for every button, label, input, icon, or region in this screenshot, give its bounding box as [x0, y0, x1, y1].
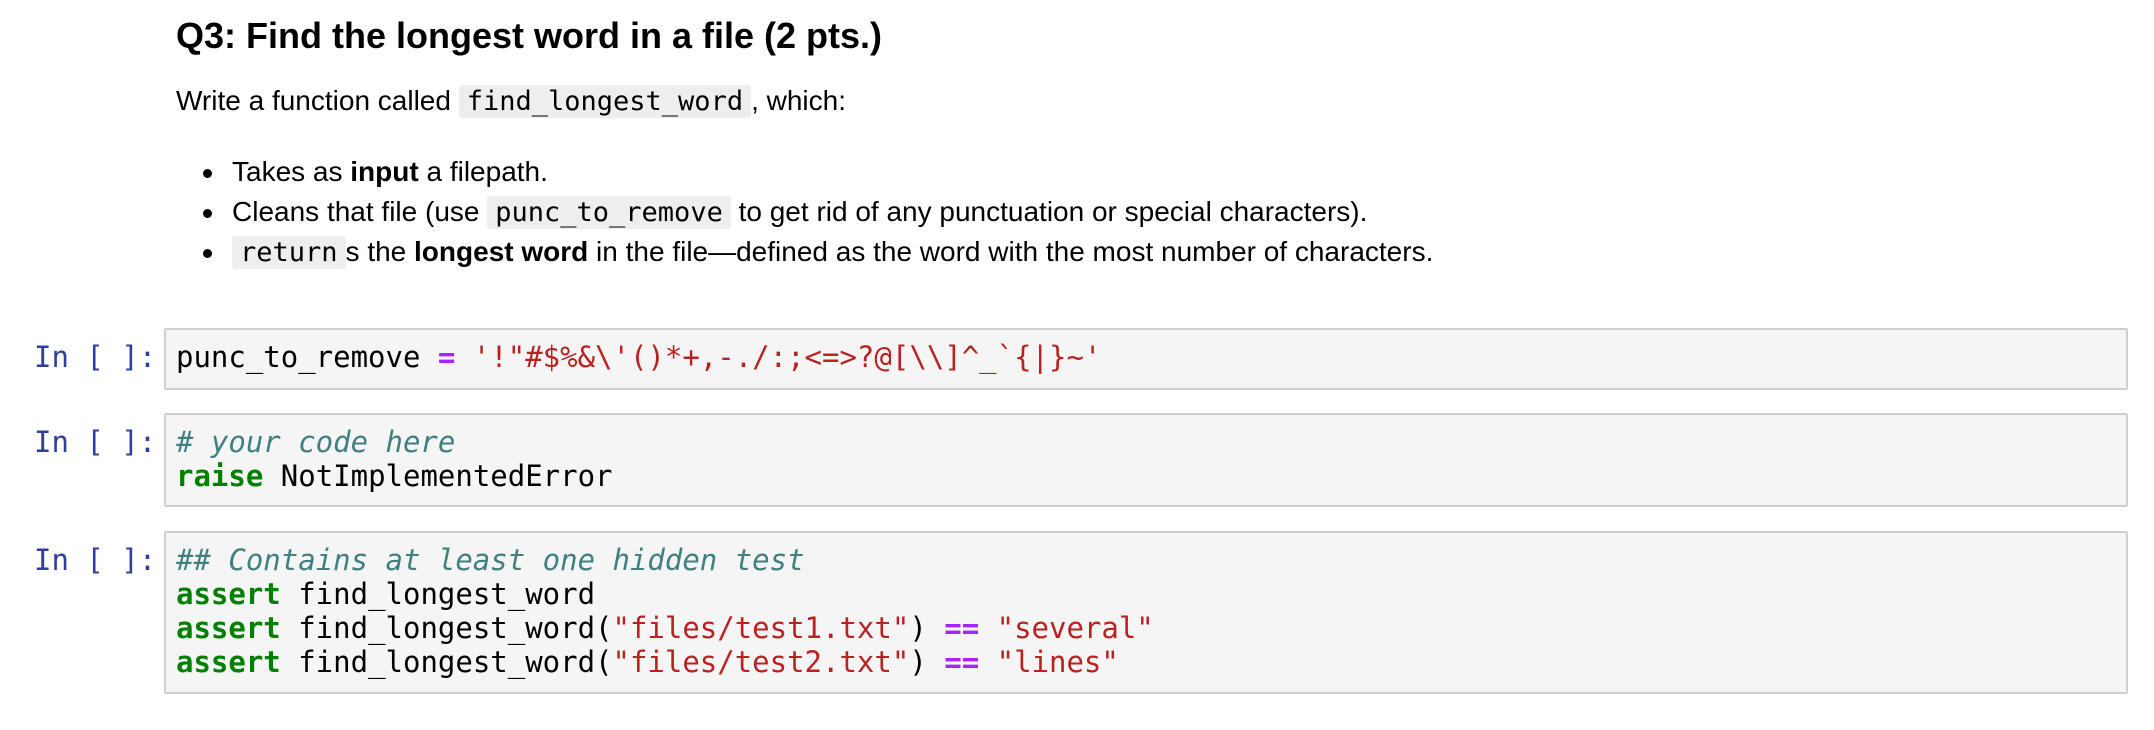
bullet-text: s the	[345, 236, 415, 267]
string-literal: "files/test2.txt"	[612, 645, 910, 679]
code-line: ## Contains at least one hidden test	[176, 543, 2126, 577]
bullet-bold: input	[350, 156, 419, 187]
bullet-icon	[203, 249, 212, 258]
bullet-bold: longest word	[414, 236, 589, 267]
code-line: assert find_longest_word("files/test1.tx…	[176, 611, 2126, 645]
code-text: find_longest_word	[280, 577, 596, 611]
code-comment: ## Contains at least one hidden test	[176, 543, 805, 577]
bullet-text: to get rid of any punctuation or special…	[730, 196, 1368, 227]
code-text: )	[909, 645, 945, 679]
list-item: Takes as input a filepath.	[176, 152, 1433, 192]
question-title: Q3: Find the longest word in a file (2 p…	[176, 15, 883, 56]
code-editor[interactable]: ## Contains at least one hidden test ass…	[164, 531, 2128, 694]
bullet-text: Takes as	[232, 156, 351, 187]
equals-operator: ==	[944, 645, 980, 679]
keyword: assert	[176, 611, 281, 645]
function-name-code: find_longest_word	[458, 85, 752, 118]
intro-text: Write a function called	[176, 85, 459, 116]
code-editor[interactable]: # your code here raise NotImplementedErr…	[164, 413, 2128, 507]
notebook: Q3: Find the longest word in a file (2 p…	[0, 0, 2154, 730]
assign-operator: =	[420, 340, 473, 374]
code-line: punc_to_remove = '!"#$%&\'()*+,-./:;<=>?…	[176, 340, 2126, 374]
code-line: # your code here	[176, 425, 2126, 459]
string-literal: '!"#$%&\'()*+,-./:;<=>?@[\\]^_`{|}~'	[472, 340, 1102, 374]
intro-text-end: , which:	[751, 85, 847, 116]
bullet-text: Cleans that file (use	[232, 196, 488, 227]
code-editor[interactable]: punc_to_remove = '!"#$%&\'()*+,-./:;<=>?…	[164, 328, 2128, 390]
string-literal: "files/test1.txt"	[612, 611, 910, 645]
bullet-code: return	[232, 236, 346, 269]
cell-prompt: In [ ]:	[34, 340, 157, 374]
code-comment: # your code here	[176, 425, 456, 459]
variable-name: punc_to_remove	[176, 340, 421, 374]
bullet-text: a filepath.	[418, 156, 548, 187]
keyword: raise	[176, 459, 264, 493]
code-line: assert find_longest_word("files/test2.tx…	[176, 645, 2126, 679]
code-line: assert find_longest_word	[176, 577, 2126, 611]
string-literal: "several"	[979, 611, 1154, 645]
keyword: assert	[176, 577, 281, 611]
code-text: NotImplementedError	[263, 459, 613, 493]
list-item: Cleans that file (use punc_to_remove to …	[176, 192, 1433, 232]
bullet-icon	[203, 169, 212, 178]
keyword: assert	[176, 645, 281, 679]
requirements-list: Takes as input a filepath. Cleans that f…	[176, 152, 1433, 272]
code-line: raise NotImplementedError	[176, 459, 2126, 493]
bullet-text: in the file—defined as the word with the…	[588, 236, 1434, 267]
code-text: )	[909, 611, 945, 645]
cell-prompt: In [ ]:	[34, 543, 157, 577]
string-literal: "lines"	[979, 645, 1119, 679]
cell-prompt: In [ ]:	[34, 425, 157, 459]
bullet-icon	[203, 209, 212, 218]
intro-paragraph: Write a function called find_longest_wor…	[176, 84, 846, 119]
code-text: find_longest_word(	[280, 611, 613, 645]
bullet-code: punc_to_remove	[487, 196, 731, 229]
list-item: return s the longest word in the file—def…	[176, 232, 1433, 272]
equals-operator: ==	[944, 611, 980, 645]
code-text: find_longest_word(	[280, 645, 613, 679]
